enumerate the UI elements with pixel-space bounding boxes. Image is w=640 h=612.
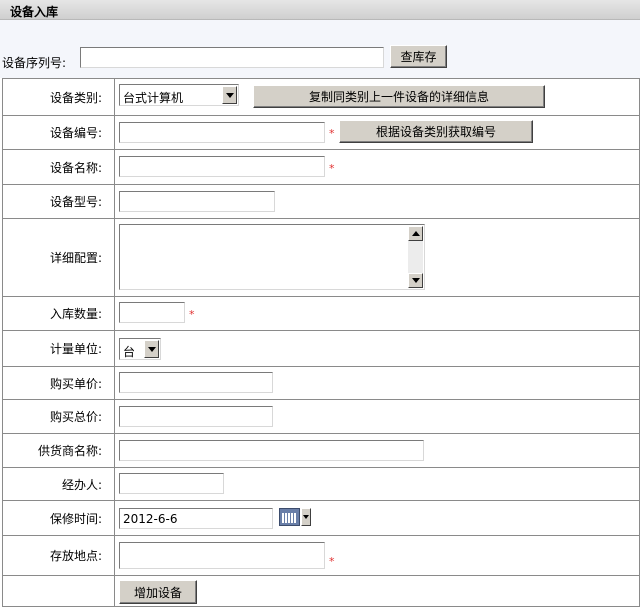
generate-code-button[interactable]: 根据设备类别获取编号 <box>339 120 533 143</box>
serial-label: 设备序列号: <box>2 56 67 70</box>
scroll-down-icon[interactable] <box>408 273 423 288</box>
calendar-picker[interactable] <box>279 508 311 526</box>
location-label: 存放地点: <box>2 535 115 576</box>
total-price-label: 购买总价: <box>2 399 115 434</box>
chevron-down-icon[interactable] <box>144 340 159 358</box>
serial-input[interactable] <box>80 47 384 68</box>
category-selected: 台式计算机 <box>123 91 184 105</box>
location-input[interactable] <box>119 542 325 569</box>
name-input[interactable] <box>119 156 325 177</box>
supplier-label: 供货商名称: <box>2 433 115 468</box>
submit-label-cell <box>2 575 115 607</box>
warranty-label: 保修时间: <box>2 500 115 536</box>
category-select[interactable]: 台式计算机 <box>119 84 239 106</box>
name-label: 设备名称: <box>2 149 115 185</box>
equipment-form: 设备类别: 台式计算机 复制同类别上一件设备的详细信息 设备编号: * 根据设备… <box>2 78 640 607</box>
textarea-scrollbar[interactable] <box>408 226 423 288</box>
calendar-icon[interactable] <box>279 508 300 526</box>
unit-price-label: 购买单价: <box>2 366 115 400</box>
required-marker: * <box>329 127 335 140</box>
unit-price-input[interactable] <box>119 372 273 393</box>
required-marker: * <box>329 162 335 175</box>
page-header: 设备入库 <box>0 0 640 20</box>
unit-label: 计量单位: <box>2 330 115 367</box>
model-label: 设备型号: <box>2 184 115 219</box>
copy-details-button[interactable]: 复制同类别上一件设备的详细信息 <box>253 85 545 108</box>
add-equipment-button[interactable]: 增加设备 <box>119 580 197 604</box>
page-title: 设备入库 <box>10 5 59 19</box>
model-input[interactable] <box>119 191 275 212</box>
chevron-down-icon[interactable] <box>222 86 237 104</box>
required-marker: * <box>189 308 195 321</box>
code-input[interactable] <box>119 122 325 143</box>
supplier-input[interactable] <box>119 440 424 461</box>
total-price-input[interactable] <box>119 406 273 427</box>
check-stock-button[interactable]: 查库存 <box>390 45 447 68</box>
handler-input[interactable] <box>119 473 224 494</box>
search-row: 设备序列号: 查库存 <box>0 20 640 78</box>
scroll-up-icon[interactable] <box>408 226 423 241</box>
quantity-input[interactable] <box>119 302 185 323</box>
unit-select[interactable]: 台 <box>119 338 161 360</box>
detail-label: 详细配置: <box>2 218 115 297</box>
category-label: 设备类别: <box>2 78 115 116</box>
warranty-input[interactable] <box>119 508 273 529</box>
quantity-label: 入库数量: <box>2 296 115 331</box>
chevron-down-icon[interactable] <box>301 508 311 526</box>
handler-label: 经办人: <box>2 467 115 501</box>
required-marker: * <box>329 555 335 568</box>
unit-selected: 台 <box>123 345 136 359</box>
code-label: 设备编号: <box>2 115 115 150</box>
detail-textarea[interactable] <box>119 224 425 290</box>
